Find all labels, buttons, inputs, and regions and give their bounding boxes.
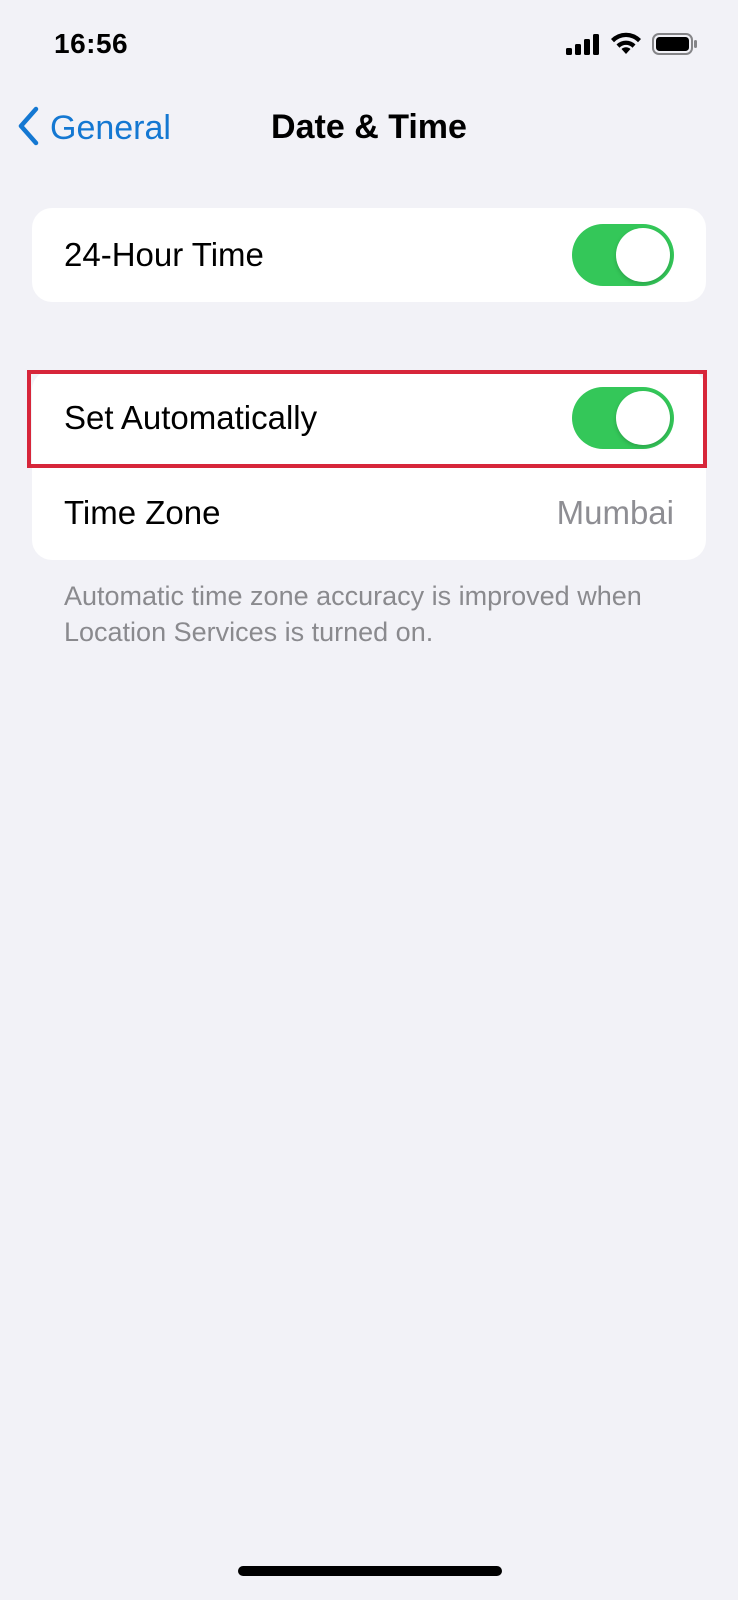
hour24-toggle[interactable] [572, 224, 674, 286]
date-time-settings-screen: 16:56 General Date & Time 24-Hour Time S… [0, 0, 738, 1600]
toggle-knob [616, 228, 670, 282]
footnote-text: Automatic time zone accuracy is improved… [64, 581, 642, 647]
status-time: 16:56 [54, 28, 129, 59]
hour24-row: 24-Hour Time [32, 208, 706, 302]
set-automatically-row: Set Automatically [32, 370, 706, 465]
time-zone-row[interactable]: Time Zone Mumbai [32, 465, 706, 560]
status-icons [566, 32, 698, 61]
cellular-signal-icon [566, 33, 600, 60]
set-automatically-toggle[interactable] [572, 386, 674, 449]
wifi-icon [610, 32, 642, 61]
toggle-knob [616, 390, 670, 445]
hour24-label: 24-Hour Time [64, 236, 264, 273]
time-zone-group: Set Automatically Time Zone Mumbai [32, 370, 706, 560]
battery-icon [652, 32, 698, 61]
set-automatically-label: Set Automatically [64, 398, 318, 436]
navigation-bar: General Date & Time [0, 96, 738, 160]
time-zone-value: Mumbai [556, 493, 674, 531]
status-bar: 16:56 [0, 0, 738, 90]
time-zone-label: Time Zone [64, 493, 221, 531]
home-indicator [238, 1566, 502, 1576]
page-title: Date & Time [271, 108, 467, 146]
time-format-group: 24-Hour Time [32, 208, 706, 302]
